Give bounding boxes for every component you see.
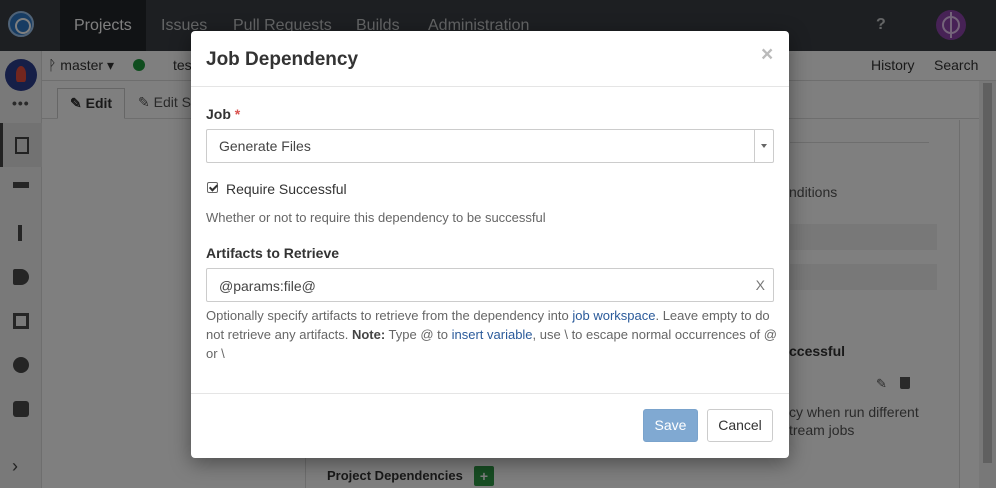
chevron-down-icon[interactable] (754, 130, 773, 162)
require-successful-checkbox[interactable] (207, 182, 218, 193)
artifacts-input-value: @params:file@ (219, 278, 316, 294)
artifacts-help: Optionally specify artifacts to retrieve… (206, 306, 778, 363)
help-text: Optionally specify artifacts to retrieve… (206, 308, 573, 323)
save-button[interactable]: Save (643, 409, 698, 442)
insert-variable-link[interactable]: insert variable (452, 327, 533, 342)
dialog-header: Job Dependency × (191, 31, 789, 87)
require-successful-label[interactable]: Require Successful (226, 181, 347, 197)
job-label-text: Job (206, 106, 231, 122)
job-select[interactable]: Generate Files (206, 129, 774, 163)
note-label: Note: (351, 327, 386, 342)
job-select-value: Generate Files (219, 138, 311, 154)
require-successful-help: Whether or not to require this dependenc… (206, 210, 546, 225)
clear-input-icon[interactable]: X (756, 277, 765, 293)
help-text: Type @ to (385, 327, 452, 342)
job-label: Job * (206, 106, 240, 122)
artifacts-input[interactable]: @params:file@ X (206, 268, 774, 302)
job-dependency-dialog: Job Dependency × Job * Generate Files Re… (191, 31, 789, 458)
dialog-footer (191, 393, 789, 458)
cancel-button[interactable]: Cancel (707, 409, 773, 442)
job-workspace-link[interactable]: job workspace (572, 308, 655, 323)
dialog-title: Job Dependency (206, 49, 359, 70)
required-mark: * (234, 106, 241, 122)
close-icon[interactable]: × (761, 43, 773, 67)
artifacts-label: Artifacts to Retrieve (206, 245, 340, 261)
